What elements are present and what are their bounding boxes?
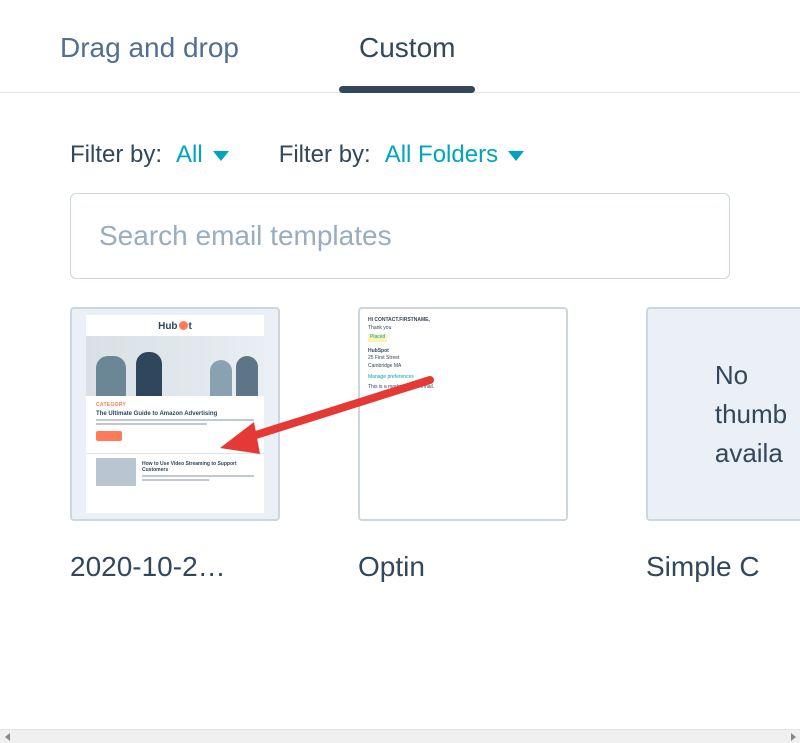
hero-image — [86, 336, 264, 396]
search-input[interactable] — [70, 193, 730, 279]
templates-grid: Hubt CATEGORY The Ultimate Guide to Amaz… — [0, 307, 800, 583]
hubspot-preview: Hubt CATEGORY The Ultimate Guide to Amaz… — [86, 315, 264, 513]
preview-cta-button — [96, 431, 122, 441]
chevron-down-icon — [213, 151, 229, 161]
template-thumbnail-missing: No thumb availa — [646, 307, 800, 521]
template-card[interactable]: HI CONTACT.FIRSTNAME, Thank you Placed H… — [358, 307, 568, 583]
filter-bar: Filter by: All Filter by: All Folders — [0, 93, 800, 193]
template-title: 2020-10-2… — [70, 551, 280, 583]
template-card[interactable]: Hubt CATEGORY The Ultimate Guide to Amaz… — [70, 307, 280, 583]
tabs: Drag and drop Custom — [0, 0, 800, 93]
template-card[interactable]: No thumb availa Simple C — [646, 307, 800, 583]
scroll-left-button[interactable] — [0, 730, 14, 743]
scroll-right-button[interactable] — [786, 730, 800, 743]
filter-folder-label: Filter by: — [279, 141, 371, 169]
tab-drag-and-drop[interactable]: Drag and drop — [0, 8, 299, 92]
filter-type-label: Filter by: — [70, 141, 162, 169]
template-thumbnail: HI CONTACT.FIRSTNAME, Thank you Placed H… — [358, 307, 568, 521]
no-thumbnail-text: No thumb availa — [675, 356, 787, 473]
preview-category: CATEGORY — [96, 402, 254, 408]
tab-custom[interactable]: Custom — [299, 8, 515, 92]
preview-headline: The Ultimate Guide to Amazon Advertising — [96, 411, 254, 417]
filter-type-value: All — [176, 141, 203, 169]
optin-preview: HI CONTACT.FIRSTNAME, Thank you Placed H… — [368, 317, 558, 391]
filter-folder-select[interactable]: All Folders — [385, 141, 524, 169]
preview-sub-headline: How to Use Video Streaming to Support Cu… — [142, 461, 254, 473]
filter-type-select[interactable]: All — [176, 141, 229, 169]
filter-type-group: Filter by: All — [70, 141, 229, 169]
horizontal-scrollbar[interactable] — [0, 729, 800, 743]
template-title: Optin — [358, 551, 568, 583]
hubspot-logo: Hubt — [86, 315, 264, 336]
filter-folder-group: Filter by: All Folders — [279, 141, 524, 169]
preview-secondary-image — [96, 458, 136, 486]
filter-folder-value: All Folders — [385, 141, 498, 169]
chevron-down-icon — [508, 151, 524, 161]
template-title: Simple C — [646, 551, 800, 583]
template-thumbnail: Hubt CATEGORY The Ultimate Guide to Amaz… — [70, 307, 280, 521]
